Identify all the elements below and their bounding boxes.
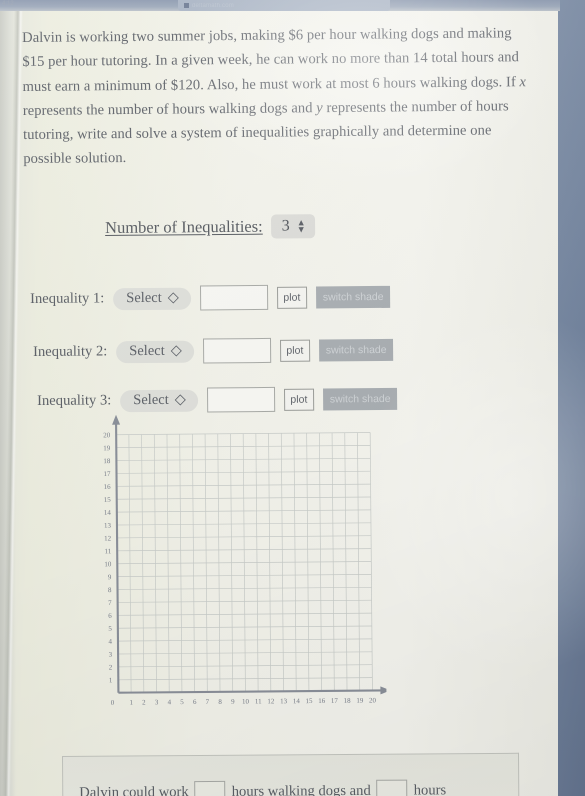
variable-x: x (519, 73, 527, 90)
answer-middle-label: hours walking dogs and (231, 782, 371, 796)
inequality-row-1: Inequality 1: Select ◇ plot switch shade (30, 284, 391, 312)
problem-text-part-1: Dalvin is working two summer jobs, makin… (22, 24, 520, 95)
problem-text-part-2: represents the number of hours walking d… (22, 99, 317, 119)
x-axis-tick-label: 7 (206, 698, 210, 706)
inequality-3-switch-shade-button[interactable]: switch shade (322, 387, 398, 411)
answer-panel: Dalvin could work hours walking dogs and… (62, 752, 520, 796)
answer-box-tutoring[interactable] (376, 779, 408, 796)
x-axis-tick-label: 16 (318, 697, 326, 705)
y-axis-tick-label: 16 (104, 483, 112, 491)
y-axis-tick-label: 20 (103, 431, 111, 439)
y-axis-tick-label: 12 (104, 534, 112, 542)
graph-svg: 1 2 3 4 5 6 7 8 9 10 11 12 13 14 15 16 17 18 19 20123456789… (103, 412, 387, 707)
x-axis-tick-label: 10 (242, 698, 250, 706)
answer-box-walking-dogs[interactable] (194, 780, 226, 796)
chevron-updown-icon: ◇ (174, 391, 186, 408)
y-axis-tick-label: 5 (108, 625, 112, 633)
y-axis-tick-label: 11 (104, 547, 111, 555)
favicon-icon (184, 3, 189, 8)
inequality-3-select[interactable]: Select ◇ (120, 389, 198, 412)
inequality-1-select[interactable]: Select ◇ (113, 287, 191, 310)
x-axis-tick-label: 2 (142, 698, 146, 706)
y-axis-tick-label: 19 (103, 444, 111, 452)
x-axis-tick-label: 19 (356, 697, 364, 705)
y-axis-tick-label: 1 (109, 676, 113, 684)
y-axis-tick-label: 10 (104, 560, 112, 568)
x-axis-tick-label: 5 (180, 698, 184, 706)
x-axis-tick-label: 14 (293, 697, 301, 705)
inequality-row-2: Inequality 2: Select ◇ plot switch shade (33, 337, 394, 365)
chevron-updown-icon: ◇ (170, 342, 182, 359)
browser-tab[interactable]: deltamath.com (178, 0, 390, 11)
inequality-1-switch-shade-button[interactable]: switch shade (315, 285, 391, 309)
x-axis-tick-label: 12 (267, 697, 275, 705)
inequality-1-select-label: Select (126, 289, 162, 306)
y-axis-tick-label: 14 (104, 509, 112, 517)
y-axis-tick-label: 7 (108, 599, 112, 607)
x-axis-tick-label: 8 (218, 698, 222, 706)
y-axis-tick-label: 8 (108, 586, 112, 594)
answer-suffix-label: hours (413, 782, 447, 796)
y-axis-tick-label: 2 (109, 663, 113, 671)
y-axis-tick-label: 6 (108, 612, 112, 620)
inequality-2-switch-shade-button[interactable]: switch shade (318, 338, 394, 362)
x-axis-tick-label: 15 (305, 697, 313, 705)
inequality-1-label: Inequality 1: (30, 290, 105, 307)
number-of-inequalities-label: Number of Inequalities: (105, 216, 263, 237)
inequality-2-label: Inequality 2: (33, 343, 108, 360)
x-axis-tick-label: 9 (231, 698, 235, 706)
inequality-2-plot-button[interactable]: plot (279, 339, 310, 362)
browser-chrome-bar: 4:12 deltamath.com (0, 0, 560, 11)
number-of-inequalities-value: 3 (281, 217, 290, 235)
inequality-3-input[interactable] (206, 386, 275, 413)
inequality-3-plot-button[interactable]: plot (283, 388, 314, 411)
y-axis-tick-label: 15 (104, 496, 112, 504)
x-axis-tick-label: 17 (331, 697, 339, 705)
y-axis-tick-label: 3 (109, 651, 113, 659)
coordinate-graph[interactable]: 1 2 3 4 5 6 7 8 9 10 11 12 13 14 15 16 17 18 19 20 1 2 3 4 5 6 7 8 9… (84, 412, 387, 727)
chevron-updown-icon: ◇ (167, 289, 179, 306)
x-axis-tick-label: 13 (280, 697, 288, 705)
inequality-3-select-label: Select (133, 391, 169, 408)
x-axis-tick-label: 4 (168, 698, 172, 706)
inequality-1-input[interactable] (199, 284, 268, 311)
y-axis-tick-label: 17 (103, 470, 111, 478)
problem-statement: Dalvin is working two summer jobs, makin… (22, 21, 535, 172)
inequality-2-input[interactable] (202, 337, 271, 364)
chevron-updown-icon[interactable]: ▲ ▼ (297, 217, 306, 234)
y-axis-arrow-icon (112, 414, 121, 425)
x-axis-tick-label: 6 (193, 698, 197, 706)
x-axis-tick-label: 1 (129, 699, 133, 707)
x-axis-arrow-icon (380, 686, 387, 695)
x-axis-tick-label: 18 (344, 697, 352, 705)
x-axis (118, 689, 385, 694)
y-axis-tick-label: 18 (103, 457, 111, 465)
x-axis-tick-label: 3 (155, 698, 159, 706)
y-axis (115, 420, 120, 693)
origin-label: 0 (111, 699, 115, 707)
status-clock: 4:12 (2, 1, 14, 7)
x-axis-tick-label: 20 (369, 696, 377, 704)
inequality-2-select-label: Select (129, 342, 165, 359)
number-of-inequalities-row: Number of Inequalities: 3 ▲ ▼ (105, 214, 315, 240)
y-axis-tick-label: 4 (108, 638, 112, 646)
answer-sentence: Dalvin could work hours walking dogs and… (79, 779, 446, 796)
problem-content: Dalvin is working two summer jobs, makin… (0, 11, 558, 796)
photographed-screen: 4:12 deltamath.com Dalvin is working two… (0, 0, 585, 796)
y-axis-tick-label: 13 (104, 522, 112, 530)
number-of-inequalities-stepper[interactable]: 3 ▲ ▼ (270, 214, 315, 239)
inequality-2-select[interactable]: Select ◇ (116, 340, 194, 363)
y-axis-tick-label: 9 (108, 573, 112, 581)
inequality-1-plot-button[interactable]: plot (276, 286, 307, 309)
browser-tab-title: deltamath.com (192, 2, 234, 9)
answer-prefix-label: Dalvin could work (79, 784, 189, 796)
x-axis-tick-label: 11 (255, 697, 262, 705)
inequality-3-label: Inequality 3: (37, 392, 112, 409)
inequality-row-3: Inequality 3: Select ◇ plot switch shade (37, 386, 398, 414)
chevron-down-icon[interactable]: ▼ (297, 224, 306, 234)
